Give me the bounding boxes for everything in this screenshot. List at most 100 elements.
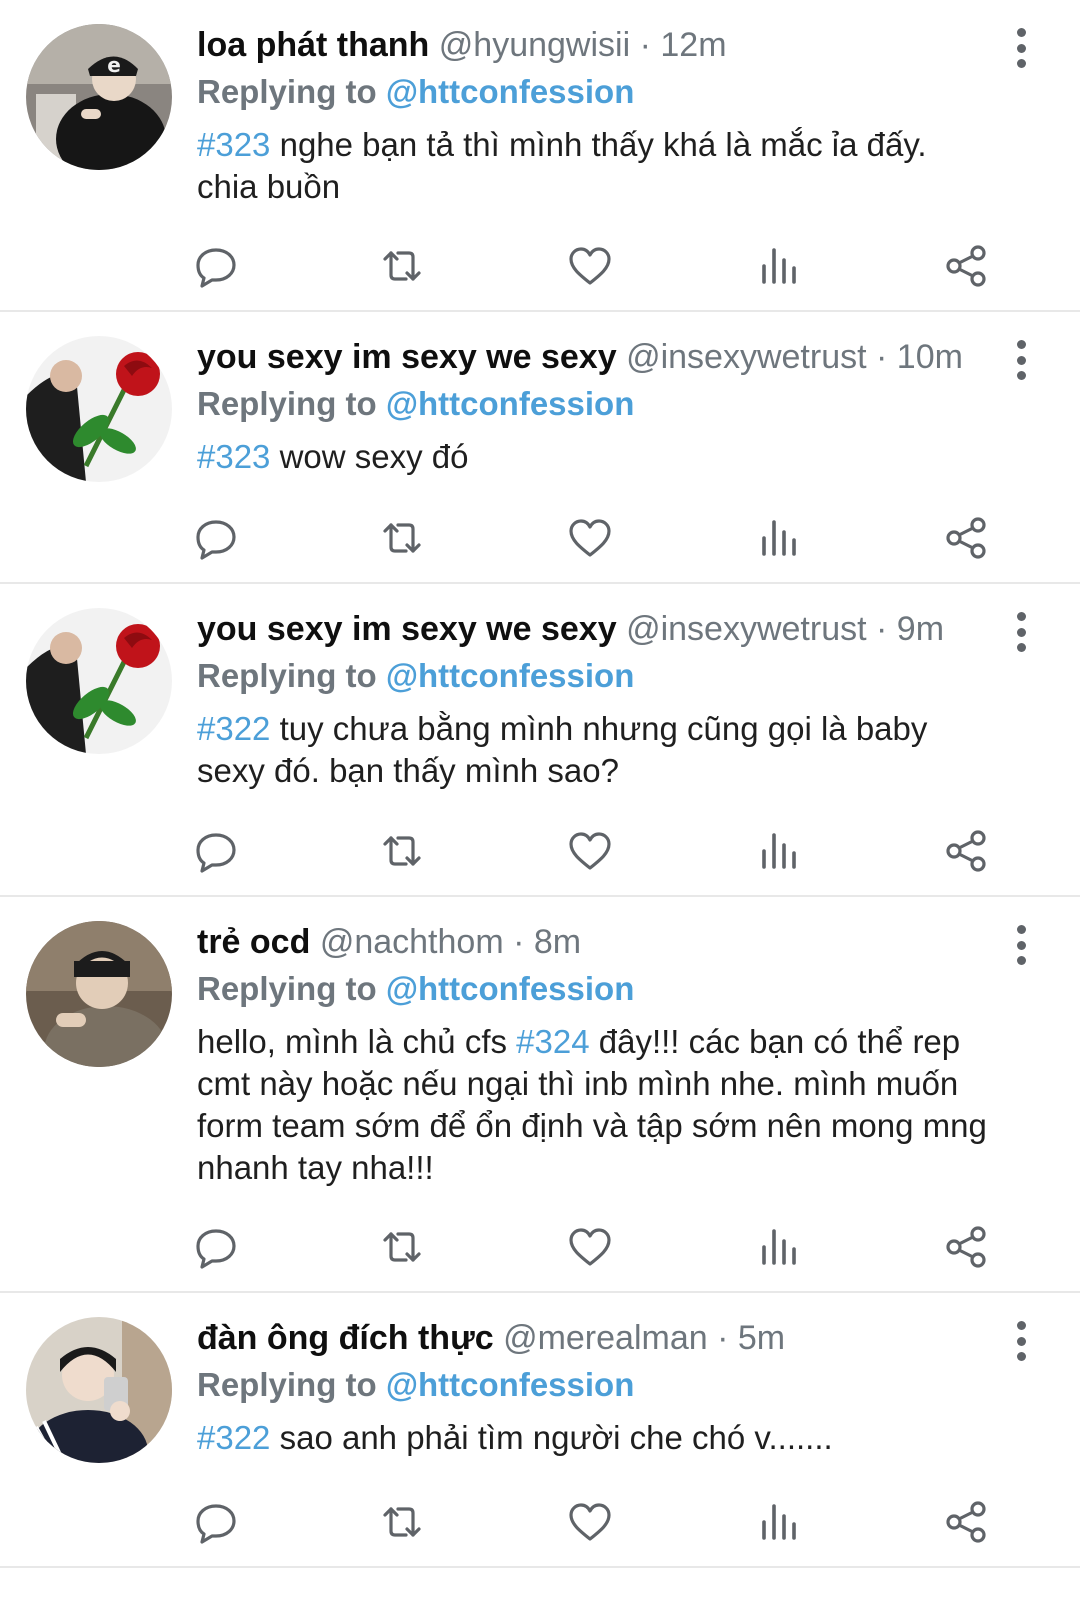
action-bar xyxy=(0,242,1080,292)
retweet-icon[interactable] xyxy=(378,1498,426,1546)
timestamp[interactable]: 9m xyxy=(897,610,944,648)
timestamp[interactable]: 8m xyxy=(534,923,581,961)
text-prefix: hello, mình là chủ cfs xyxy=(197,1023,517,1060)
action-bar xyxy=(0,1223,1080,1273)
avatar[interactable]: e xyxy=(26,24,172,170)
retweet-icon[interactable] xyxy=(378,514,426,562)
replying-to-label: Replying to xyxy=(197,73,377,110)
text-body: tuy chưa bằng mình nhưng cũng gọi là bab… xyxy=(197,710,928,789)
tweet[interactable]: you sexy im sexy we sexy @insexywetrust … xyxy=(0,312,1080,584)
views-chart-icon[interactable] xyxy=(754,1498,802,1546)
reply-icon[interactable] xyxy=(192,514,240,562)
retweet-icon[interactable] xyxy=(378,242,426,290)
mention-link[interactable]: @httconfession xyxy=(386,657,635,694)
display-name[interactable]: đàn ông đích thực xyxy=(197,1319,494,1357)
avatar[interactable] xyxy=(26,336,172,482)
tweet[interactable]: you sexy im sexy we sexy @insexywetrust … xyxy=(0,584,1080,897)
more-options-icon[interactable] xyxy=(1006,1321,1036,1361)
hashtag-link[interactable]: #323 xyxy=(197,126,270,163)
reply-feed: e loa phát thanh @hyungwisii · 12m Reply… xyxy=(0,0,1080,1568)
reply-icon[interactable] xyxy=(192,242,240,290)
user-handle[interactable]: @merealman xyxy=(503,1319,708,1357)
replying-to-line: Replying to @httconfession xyxy=(197,380,994,428)
timestamp[interactable]: 5m xyxy=(738,1319,785,1357)
replying-to-label: Replying to xyxy=(197,657,377,694)
views-chart-icon[interactable] xyxy=(754,514,802,562)
views-chart-icon[interactable] xyxy=(754,242,802,290)
tweet[interactable]: đàn ông đích thực @merealman · 5m Replyi… xyxy=(0,1293,1080,1568)
like-heart-icon[interactable] xyxy=(566,514,614,562)
tweet-content: you sexy im sexy we sexy @insexywetrust … xyxy=(197,606,994,792)
avatar-person-mirror-selfie-icon xyxy=(26,1317,172,1463)
hashtag-link[interactable]: #322 xyxy=(197,710,270,747)
share-icon[interactable] xyxy=(942,1223,990,1271)
user-handle[interactable]: @hyungwisii xyxy=(439,26,630,64)
tweet[interactable]: e loa phát thanh @hyungwisii · 12m Reply… xyxy=(0,0,1080,312)
display-name[interactable]: you sexy im sexy we sexy xyxy=(197,610,617,648)
tweet-header: you sexy im sexy we sexy @insexywetrust … xyxy=(197,334,994,380)
separator-dot: · xyxy=(717,1319,729,1357)
user-handle[interactable]: @insexywetrust xyxy=(626,338,866,376)
separator-dot: · xyxy=(639,26,651,64)
like-heart-icon[interactable] xyxy=(566,1223,614,1271)
like-heart-icon[interactable] xyxy=(566,242,614,290)
more-options-icon[interactable] xyxy=(1006,28,1036,68)
mention-link[interactable]: @httconfession xyxy=(386,385,635,422)
avatar-rose-icon xyxy=(26,608,172,754)
display-name[interactable]: trẻ ocd xyxy=(197,923,310,961)
more-options-icon[interactable] xyxy=(1006,612,1036,652)
mention-link[interactable]: @httconfession xyxy=(386,1366,635,1403)
retweet-icon[interactable] xyxy=(378,1223,426,1271)
tweet-text: #323 nghe bạn tả thì mình thấy khá là mắ… xyxy=(197,124,994,208)
tweet[interactable]: trẻ ocd @nachthom · 8m Replying to @httc… xyxy=(0,897,1080,1293)
tweet-content: đàn ông đích thực @merealman · 5m Replyi… xyxy=(197,1315,994,1459)
user-handle[interactable]: @insexywetrust xyxy=(626,610,866,648)
tweet-text: #322 sao anh phải tìm người che chó v...… xyxy=(197,1417,994,1459)
share-icon[interactable] xyxy=(942,1498,990,1546)
tweet-text: #323 wow sexy đó xyxy=(197,436,994,478)
tweet-text: #322 tuy chưa bằng mình nhưng cũng gọi l… xyxy=(197,708,994,792)
retweet-icon[interactable] xyxy=(378,827,426,875)
action-bar xyxy=(0,514,1080,564)
like-heart-icon[interactable] xyxy=(566,1498,614,1546)
separator-dot: · xyxy=(513,923,525,961)
reply-icon[interactable] xyxy=(192,1223,240,1271)
hashtag-link[interactable]: #322 xyxy=(197,1419,270,1456)
hashtag-link[interactable]: #323 xyxy=(197,438,270,475)
avatar[interactable] xyxy=(26,1317,172,1463)
action-bar xyxy=(0,1498,1080,1548)
text-body: wow sexy đó xyxy=(270,438,469,475)
tweet-content: you sexy im sexy we sexy @insexywetrust … xyxy=(197,334,994,478)
mention-link[interactable]: @httconfession xyxy=(386,73,635,110)
mention-link[interactable]: @httconfession xyxy=(386,970,635,1007)
share-icon[interactable] xyxy=(942,827,990,875)
reply-icon[interactable] xyxy=(192,1498,240,1546)
more-options-icon[interactable] xyxy=(1006,925,1036,965)
display-name[interactable]: you sexy im sexy we sexy xyxy=(197,338,617,376)
svg-text:e: e xyxy=(107,53,121,77)
views-chart-icon[interactable] xyxy=(754,827,802,875)
like-heart-icon[interactable] xyxy=(566,827,614,875)
hashtag-link[interactable]: #324 xyxy=(516,1023,589,1060)
tweet-header: đàn ông đích thực @merealman · 5m xyxy=(197,1315,994,1361)
tweet-content: trẻ ocd @nachthom · 8m Replying to @httc… xyxy=(197,919,994,1189)
display-name[interactable]: loa phát thanh xyxy=(197,26,429,64)
reply-icon[interactable] xyxy=(192,827,240,875)
avatar[interactable] xyxy=(26,921,172,1067)
replying-to-label: Replying to xyxy=(197,385,377,422)
more-options-icon[interactable] xyxy=(1006,340,1036,380)
avatar-person-jacket-icon xyxy=(26,921,172,1067)
timestamp[interactable]: 10m xyxy=(897,338,963,376)
avatar-person-black-jacket-icon: e xyxy=(26,24,172,170)
avatar[interactable] xyxy=(26,608,172,754)
share-icon[interactable] xyxy=(942,242,990,290)
share-icon[interactable] xyxy=(942,514,990,562)
tweet-text: hello, mình là chủ cfs #324 đây!!! các b… xyxy=(197,1021,994,1189)
replying-to-line: Replying to @httconfession xyxy=(197,1361,994,1409)
replying-to-line: Replying to @httconfession xyxy=(197,965,994,1013)
user-handle[interactable]: @nachthom xyxy=(320,923,504,961)
avatar-rose-icon xyxy=(26,336,172,482)
tweet-header: loa phát thanh @hyungwisii · 12m xyxy=(197,22,994,68)
views-chart-icon[interactable] xyxy=(754,1223,802,1271)
timestamp[interactable]: 12m xyxy=(660,26,726,64)
